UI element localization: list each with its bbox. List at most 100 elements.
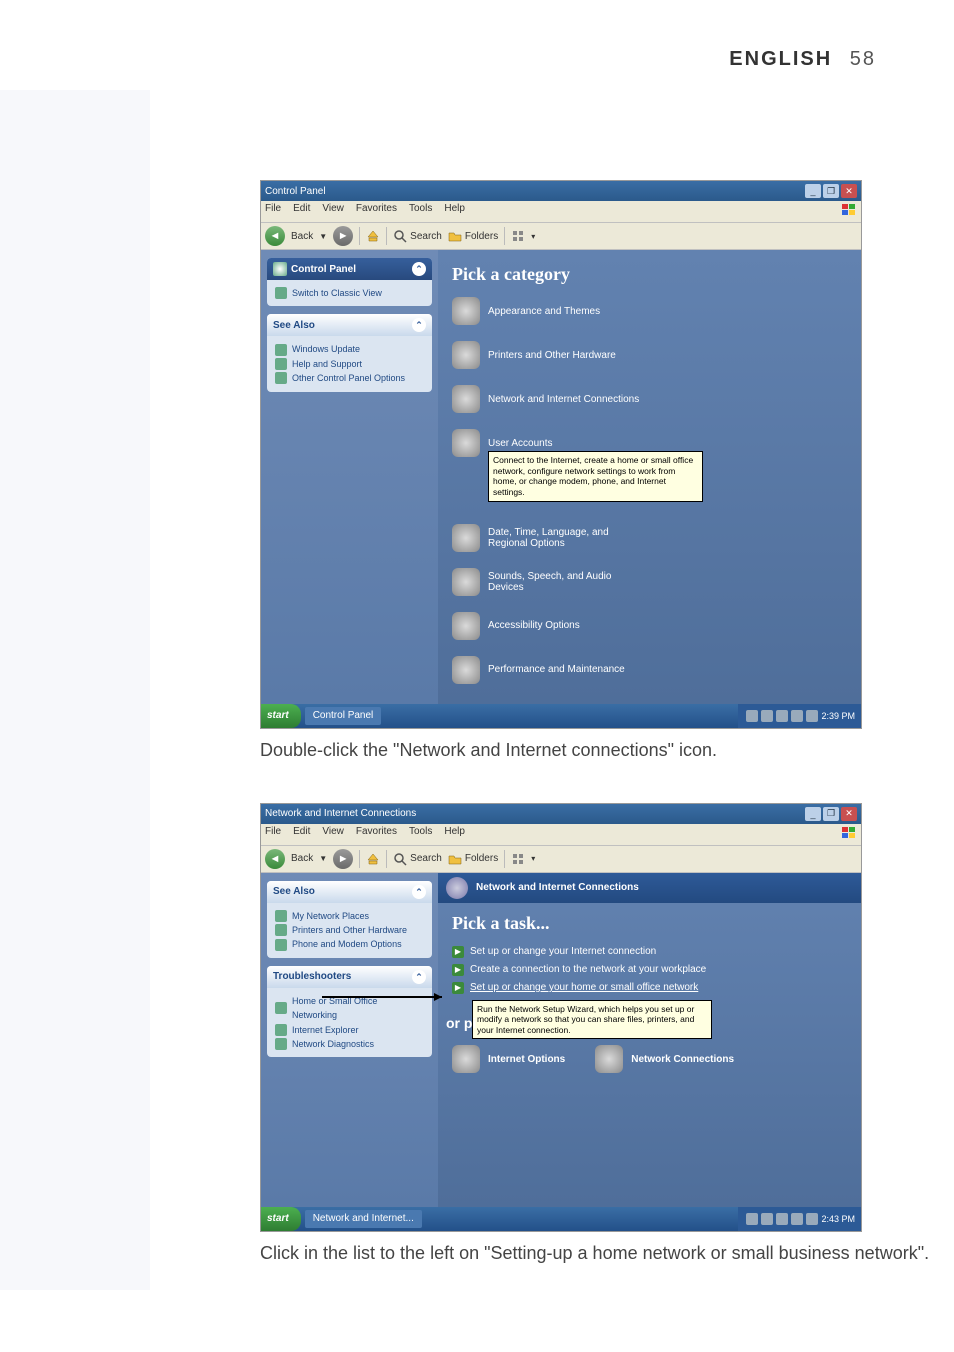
menu-file[interactable]: File [265,826,281,843]
cat-perf[interactable]: Performance and Maintenance [452,656,642,684]
menu-view[interactable]: View [322,826,344,843]
windows-update-link[interactable]: Windows Update [275,342,424,356]
menu-tools[interactable]: Tools [409,203,432,220]
toolbar: ◄ Back ▼ ► Search Folders ▾ [261,223,861,250]
help-icon [275,1002,287,1014]
task-setup-internet[interactable]: ▶Set up or change your Internet connecti… [452,946,847,958]
menu-edit[interactable]: Edit [293,203,310,220]
tray-icon[interactable] [761,710,773,722]
tray-icon[interactable] [806,710,818,722]
network-places-icon [275,910,287,922]
toolbar: ◄ Back ▼ ► Search Folders ▾ [261,846,861,873]
window-titlebar: Network and Internet Connections _ ❐ ✕ [261,804,861,824]
main-pane: Network and Internet Connections Pick a … [438,873,861,1207]
back-button[interactable]: ◄ [265,226,285,246]
annotation-arrow [322,982,452,1012]
netconn-icon [595,1045,623,1073]
my-network-places-link[interactable]: My Network Places [275,909,424,923]
maximize-button[interactable]: ❐ [823,184,839,198]
network-diagnostics-link[interactable]: Network Diagnostics [275,1037,424,1051]
tray-icon[interactable] [776,710,788,722]
arrow-icon: ▶ [452,964,464,976]
see-also-title: See Also [273,886,315,897]
network-icon [452,385,480,413]
menu-view[interactable]: View [322,203,344,220]
tray-icon[interactable] [746,710,758,722]
up-icon[interactable] [366,852,380,866]
close-button[interactable]: ✕ [841,807,857,821]
menu-favorites[interactable]: Favorites [356,826,397,843]
tray-icon[interactable] [776,1213,788,1225]
control-panel-icon [273,262,287,276]
page-header: ENGLISH 58 [729,48,876,71]
search-button[interactable]: Search [393,229,442,243]
tray-icon[interactable] [746,1213,758,1225]
taskbar: start Control Panel 2:39 PM [261,704,861,728]
search-button[interactable]: Search [393,852,442,866]
network-tooltip: Connect to the Internet, create a home o… [488,451,703,502]
start-button[interactable]: start [261,1207,301,1231]
category-banner: Network and Internet Connections [438,873,861,903]
views-icon[interactable] [511,852,525,866]
printers-icon [452,341,480,369]
task-home-office-network[interactable]: ▶Set up or change your home or small off… [452,982,847,994]
printers-hardware-link[interactable]: Printers and Other Hardware [275,923,424,937]
internet-explorer-link[interactable]: Internet Explorer [275,1023,424,1037]
cat-printers[interactable]: Printers and Other Hardware [452,341,642,369]
taskbar-control-panel[interactable]: Control Panel [305,707,382,725]
folders-button[interactable]: Folders [448,229,498,243]
tray-icon[interactable] [761,1213,773,1225]
menu-tools[interactable]: Tools [409,826,432,843]
menu-file[interactable]: File [265,203,281,220]
forward-button[interactable]: ► [333,849,353,869]
collapse-icon[interactable]: ⌃ [412,885,426,899]
switch-classic-link[interactable]: Switch to Classic View [275,286,424,300]
menu-edit[interactable]: Edit [293,826,310,843]
tray-icon[interactable] [806,1213,818,1225]
network-connections-icon[interactable]: Network Connections [595,1045,734,1073]
start-button[interactable]: start [261,704,301,728]
menu-help[interactable]: Help [444,826,465,843]
control-panel-title: Control Panel [291,264,356,275]
window-title: Control Panel [265,186,803,197]
search-icon [393,229,407,243]
menu-help[interactable]: Help [444,203,465,220]
collapse-icon[interactable]: ⌃ [412,318,426,332]
cat-appearance[interactable]: Appearance and Themes [452,297,642,325]
tray-icon[interactable] [791,710,803,722]
help-icon [275,358,287,370]
taskbar-network[interactable]: Network and Internet... [305,1210,422,1228]
side-panel: Control Panel ⌃ Switch to Classic View S… [261,250,438,704]
menu-favorites[interactable]: Favorites [356,203,397,220]
forward-button[interactable]: ► [333,226,353,246]
views-icon[interactable] [511,229,525,243]
maximize-button[interactable]: ❐ [823,807,839,821]
screenshot-network-connections: Network and Internet Connections _ ❐ ✕ F… [260,803,862,1232]
back-button[interactable]: ◄ [265,849,285,869]
sounds-icon [452,568,480,596]
appearance-icon [452,297,480,325]
folders-button[interactable]: Folders [448,852,498,866]
document-margin [0,90,150,1290]
cat-sounds[interactable]: Sounds, Speech, and Audio Devices [452,568,642,596]
help-support-link[interactable]: Help and Support [275,357,424,371]
tray-icon[interactable] [791,1213,803,1225]
menubar: File Edit View Favorites Tools Help [261,824,861,846]
cat-access[interactable]: Accessibility Options [452,612,642,640]
internet-options-icon[interactable]: Internet Options [452,1045,565,1073]
caption-1: Double-click the "Network and Internet c… [260,737,954,763]
collapse-icon[interactable]: ⌃ [412,262,426,276]
close-button[interactable]: ✕ [841,184,857,198]
cat-network[interactable]: Network and Internet Connections [452,385,642,413]
task-workplace-connection[interactable]: ▶Create a connection to the network at y… [452,964,847,976]
minimize-button[interactable]: _ [805,807,821,821]
system-tray: 2:39 PM [738,704,861,728]
phone-modem-link[interactable]: Phone and Modem Options [275,937,424,951]
minimize-button[interactable]: _ [805,184,821,198]
up-icon[interactable] [366,229,380,243]
header-page-number: 58 [850,48,876,70]
other-options-link[interactable]: Other Control Panel Options [275,371,424,385]
back-label: Back [291,853,313,864]
see-also-box: See Also ⌃ Windows Update Help and Suppo… [267,314,432,391]
cat-datetime[interactable]: Date, Time, Language, and Regional Optio… [452,524,642,552]
